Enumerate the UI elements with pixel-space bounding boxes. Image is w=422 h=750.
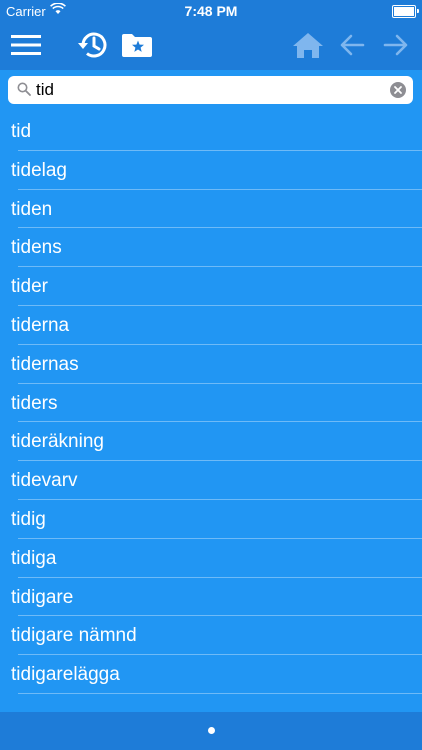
search-input[interactable]: [36, 78, 376, 102]
bottom-bar: [0, 712, 422, 750]
home-icon: [293, 33, 323, 58]
result-row[interactable]: tidevarv: [0, 461, 422, 500]
result-row[interactable]: tideräkning: [0, 422, 422, 461]
result-row[interactable]: tiders: [0, 384, 422, 423]
result-row[interactable]: tidigarelägga: [0, 655, 422, 694]
result-word: tidig: [11, 508, 46, 530]
result-word: tidens: [11, 237, 62, 259]
result-word: tiderna: [11, 314, 70, 336]
clear-icon[interactable]: [390, 82, 406, 98]
result-word: tiders: [11, 392, 58, 414]
forward-button[interactable]: [380, 22, 412, 68]
result-row[interactable]: tidigare nämnd: [0, 616, 422, 655]
toolbar: [0, 22, 422, 70]
result-word: tidevarv: [11, 470, 78, 492]
result-word: tider: [11, 276, 48, 298]
history-icon: [78, 32, 107, 58]
result-row[interactable]: tidiga: [0, 539, 422, 578]
back-button[interactable]: [336, 22, 368, 68]
page-indicator-dot: [208, 727, 215, 734]
result-word: tidigare nämnd: [11, 625, 137, 647]
result-row[interactable]: tider: [0, 267, 422, 306]
forward-arrow-icon: [383, 34, 408, 56]
result-row[interactable]: tiderna: [0, 306, 422, 345]
menu-button[interactable]: [8, 22, 44, 68]
history-button[interactable]: [72, 22, 112, 68]
status-time: 7:48 PM: [184, 3, 238, 19]
result-row[interactable]: tidelag: [0, 151, 422, 190]
back-arrow-icon: [340, 34, 365, 56]
status-bar: Carrier 7:48 PM: [0, 0, 422, 22]
menu-icon: [11, 35, 41, 55]
result-word: tidigare: [11, 586, 74, 608]
favorites-folder-icon: [122, 34, 152, 57]
result-word: tidiga: [11, 547, 57, 569]
result-row[interactable]: tidig: [0, 500, 422, 539]
battery-icon: [392, 5, 419, 18]
search-field[interactable]: [8, 76, 413, 104]
result-word: tideräkning: [11, 431, 104, 453]
result-word: tiden: [11, 198, 53, 220]
result-row[interactable]: tiden: [0, 190, 422, 229]
top-bar: Carrier 7:48 PM: [0, 0, 422, 70]
result-row[interactable]: tidernas: [0, 345, 422, 384]
result-row[interactable]: tidens: [0, 228, 422, 267]
result-word: tidelag: [11, 159, 67, 181]
result-word: tidernas: [11, 353, 79, 375]
search-bar: [0, 70, 422, 112]
result-word: tidigarelägga: [11, 664, 120, 686]
home-button[interactable]: [290, 22, 326, 68]
result-row[interactable]: tidigare: [0, 578, 422, 617]
result-row[interactable]: tid: [0, 112, 422, 151]
results-list: tid tidelag tiden tidens tider tiderna tiderna…: [0, 112, 422, 694]
favorites-button[interactable]: [118, 22, 156, 68]
result-word: tid: [11, 121, 32, 142]
search-icon: [17, 82, 31, 96]
